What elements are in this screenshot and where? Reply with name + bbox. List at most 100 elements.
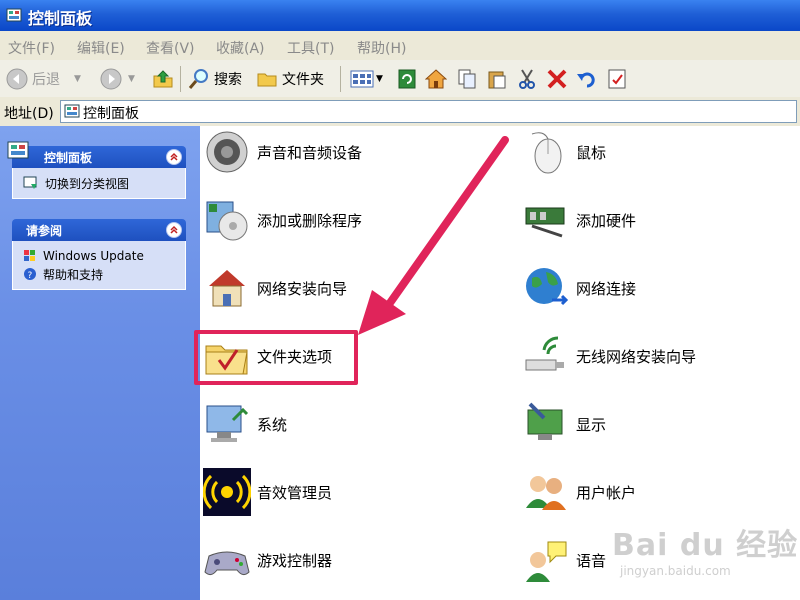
- item-mouse[interactable]: 鼠标: [522, 128, 606, 176]
- back-button[interactable]: 后退 ▼: [6, 68, 81, 90]
- baidu-watermark: Bai du 经验 jingyan.baidu.com: [612, 520, 799, 578]
- back-arrow-icon: [6, 68, 28, 90]
- panel-title: 控制面板: [44, 151, 93, 165]
- item-network-connections[interactable]: 网络连接: [522, 264, 636, 312]
- windows-update-label: Windows Update: [43, 249, 144, 263]
- address-label: 地址(D): [4, 106, 54, 122]
- cut-button[interactable]: [516, 68, 538, 90]
- watermark-url: jingyan.baidu.com: [620, 564, 731, 578]
- dropdown-arrow-icon: ▼: [128, 74, 135, 84]
- control-panel-icon: [64, 104, 80, 118]
- task-pane: 控制面板 切换到分类视图 请参阅 Windows Update ? 帮助和支持: [0, 126, 200, 600]
- help-and-support-link[interactable]: ? 帮助和支持: [13, 265, 185, 283]
- menu-favorites[interactable]: 收藏(A): [216, 38, 265, 58]
- windows-logo-icon: [24, 250, 35, 261]
- title-bar: 控制面板: [0, 0, 800, 32]
- system-icon: [206, 405, 249, 442]
- collapse-chevron-icon[interactable]: [166, 222, 182, 238]
- item-label: 音效管理员: [257, 483, 333, 502]
- sound-manager-icon: [203, 468, 251, 516]
- mouse-icon: [531, 132, 562, 174]
- network-setup-icon: [209, 270, 245, 307]
- speech-icon: [526, 541, 567, 582]
- game-controller-icon: [204, 551, 250, 576]
- home-icon: [425, 69, 447, 89]
- control-panel-icon: [6, 8, 22, 22]
- add-hardware-icon: [525, 207, 565, 238]
- windows-update-link[interactable]: Windows Update: [13, 247, 185, 265]
- copy-icon: [458, 69, 476, 89]
- watermark-brand: Bai du 经验: [612, 528, 799, 563]
- menu-view[interactable]: 查看(V): [146, 38, 195, 58]
- refresh-button[interactable]: [396, 68, 418, 90]
- address-value: 控制面板: [83, 106, 139, 122]
- scissors-icon: [519, 69, 535, 89]
- see-also-panel: 请参阅 Windows Update ? 帮助和支持: [12, 219, 186, 290]
- up-folder-icon: [153, 70, 173, 88]
- copy-to-button[interactable]: [456, 68, 478, 90]
- menu-help[interactable]: 帮助(H): [357, 38, 406, 58]
- delete-button[interactable]: [546, 68, 568, 90]
- menu-edit[interactable]: 编辑(E): [77, 38, 125, 58]
- item-system[interactable]: 系统: [203, 400, 287, 448]
- menu-tools[interactable]: 工具(T): [287, 38, 334, 58]
- dropdown-arrow-icon: ▼: [376, 74, 383, 84]
- undo-button[interactable]: [576, 68, 598, 90]
- search-icon: [188, 69, 208, 89]
- item-user-accounts[interactable]: 用户帐户: [522, 468, 636, 516]
- item-label: 鼠标: [576, 143, 607, 162]
- forward-button[interactable]: ▼: [100, 68, 135, 90]
- item-network-setup-wizard[interactable]: 网络安装向导: [203, 264, 347, 312]
- switch-view-icon: [23, 176, 37, 189]
- item-add-remove-programs[interactable]: 添加或删除程序: [203, 196, 362, 244]
- panel-title: 请参阅: [26, 224, 63, 238]
- item-label: 添加硬件: [576, 211, 637, 230]
- views-icon: [350, 70, 374, 88]
- item-sound-manager[interactable]: 音效管理员: [203, 468, 332, 516]
- item-label: 用户帐户: [576, 483, 637, 502]
- item-label: 网络安装向导: [257, 279, 348, 298]
- item-wireless-network-setup[interactable]: 无线网络安装向导: [522, 332, 696, 380]
- folders-button[interactable]: 文件夹: [256, 68, 324, 90]
- panel-header[interactable]: 请参阅: [12, 219, 186, 241]
- switch-view-label: 切换到分类视图: [45, 176, 130, 191]
- item-add-hardware[interactable]: 添加硬件: [522, 196, 636, 244]
- wireless-network-icon: [525, 336, 564, 371]
- up-folder-button[interactable]: [152, 68, 174, 90]
- search-button[interactable]: 搜索: [188, 68, 242, 90]
- forward-arrow-icon: [100, 68, 122, 90]
- folders-label: 文件夹: [282, 72, 324, 88]
- menu-file[interactable]: 文件(F): [8, 38, 55, 58]
- item-label: 网络连接: [576, 279, 637, 298]
- views-button[interactable]: ▼: [350, 68, 383, 90]
- help-support-label: 帮助和支持: [43, 267, 104, 282]
- dropdown-arrow-icon: ▼: [74, 74, 81, 84]
- back-label: 后退: [32, 72, 60, 88]
- network-connections-icon: [526, 268, 569, 306]
- user-accounts-icon: [526, 476, 566, 510]
- item-label: 语音: [576, 551, 607, 570]
- search-label: 搜索: [214, 72, 242, 88]
- window-title: 控制面板: [28, 9, 93, 28]
- undo-icon: [577, 72, 595, 88]
- delete-x-icon: [547, 69, 567, 89]
- speaker-icon: [206, 131, 248, 173]
- home-button[interactable]: [425, 68, 447, 90]
- item-label: 声音和音频设备: [257, 143, 363, 162]
- item-speech[interactable]: 语音: [522, 536, 606, 584]
- collapse-chevron-icon[interactable]: [166, 149, 182, 165]
- properties-button[interactable]: [606, 68, 628, 90]
- item-label: 系统: [257, 415, 288, 434]
- item-game-controllers[interactable]: 游戏控制器: [203, 536, 332, 584]
- switch-to-category-view-link[interactable]: 切换到分类视图: [13, 174, 185, 192]
- item-label: 显示: [576, 415, 607, 434]
- address-input[interactable]: 控制面板: [60, 100, 797, 123]
- refresh-icon: [398, 69, 416, 89]
- panel-header[interactable]: 控制面板: [7, 141, 186, 168]
- svg-text:?: ?: [28, 271, 33, 281]
- display-icon: [527, 402, 563, 440]
- item-sounds-audio[interactable]: 声音和音频设备: [203, 128, 362, 176]
- item-display[interactable]: 显示: [522, 400, 606, 448]
- help-icon: ?: [24, 268, 36, 281]
- paste-button[interactable]: [486, 68, 508, 90]
